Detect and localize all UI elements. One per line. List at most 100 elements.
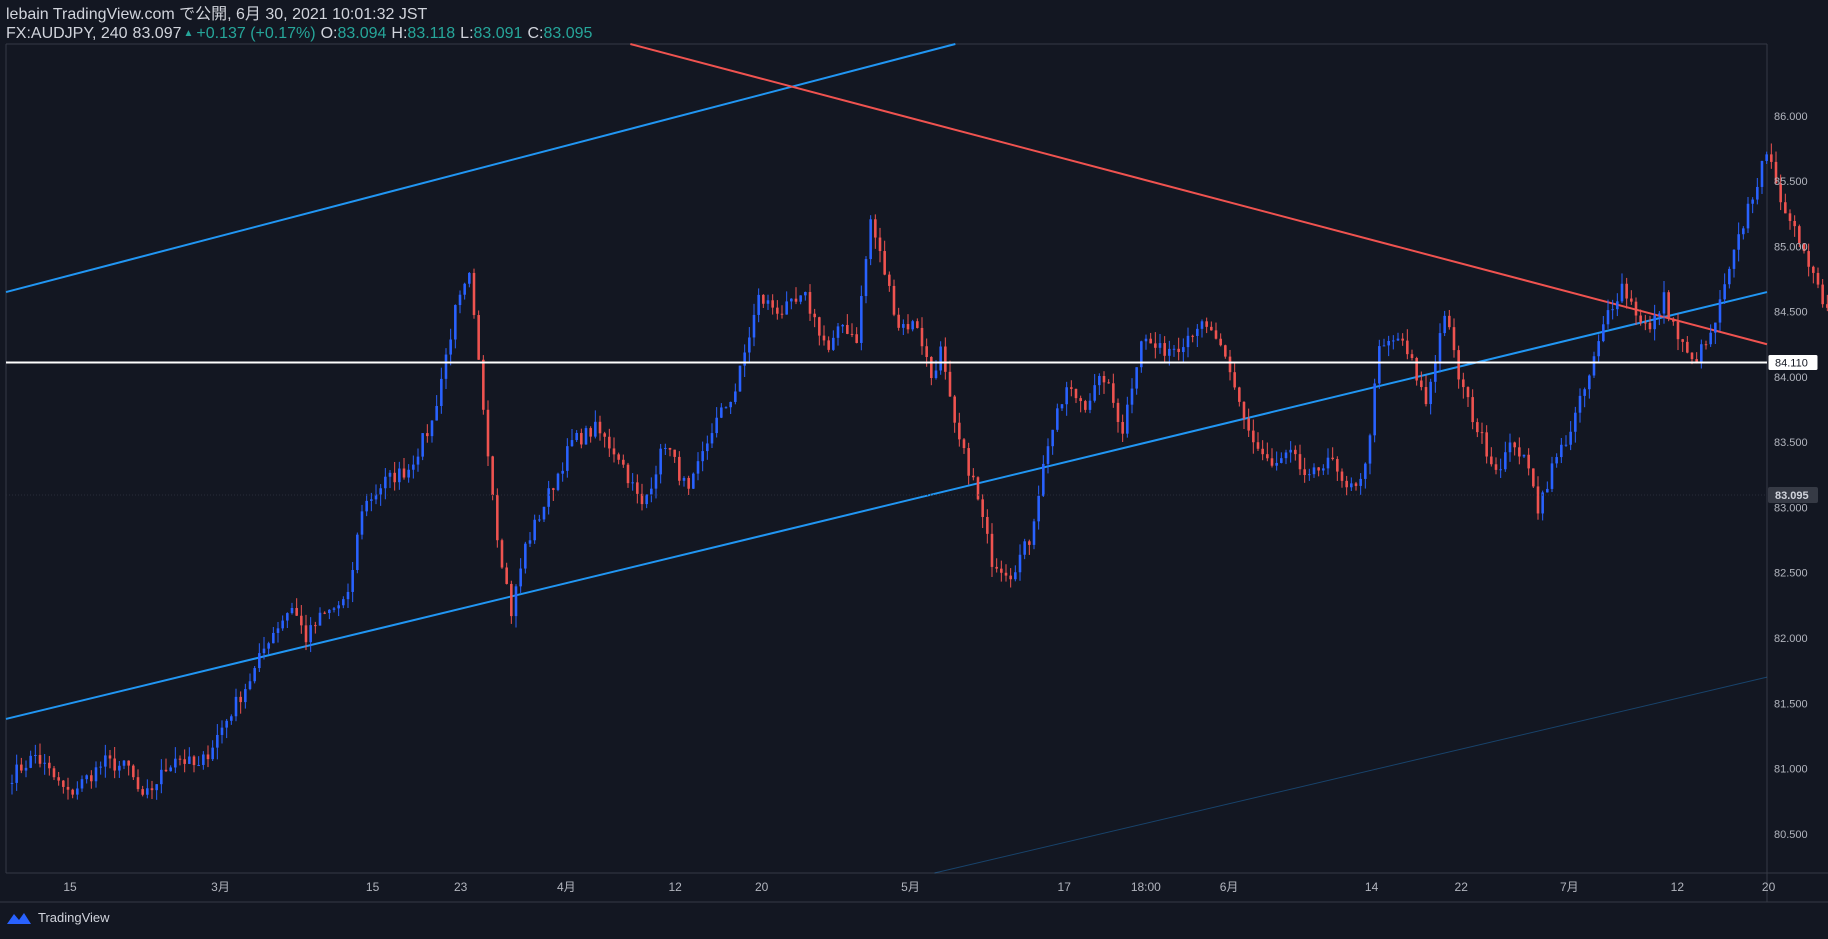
candle-body	[71, 789, 74, 795]
candle-body	[1284, 452, 1288, 459]
candle-body	[981, 499, 984, 518]
candle-body	[314, 625, 317, 627]
candle-body	[1018, 554, 1022, 573]
candle-body	[1322, 468, 1325, 471]
candle-body	[430, 420, 434, 437]
candle-body	[1560, 444, 1563, 458]
candle-body	[1168, 348, 1171, 356]
candle-body	[748, 337, 751, 353]
candle-body	[118, 765, 121, 771]
time-tick-label: 15	[63, 880, 77, 894]
candle-body	[34, 754, 37, 756]
candle-body	[1597, 341, 1600, 357]
candle-body	[771, 300, 774, 308]
candle-body	[528, 540, 532, 544]
candle-body	[1550, 463, 1554, 489]
candle-body	[1238, 387, 1241, 402]
candle-body	[496, 495, 499, 541]
trend-lines[interactable]	[5, 43, 1768, 874]
candle-body	[1056, 408, 1059, 430]
candle-body	[1462, 379, 1465, 388]
candle-body	[570, 440, 574, 447]
candle-body	[267, 643, 270, 649]
candle-body	[682, 477, 686, 481]
candle-body	[29, 755, 32, 768]
price-axis[interactable]: 86.000 85.500 85.000 84.500 84.000 83.500 83.0…	[1767, 111, 1819, 841]
time-tick-label: 22	[1455, 880, 1469, 894]
candle-body	[1658, 313, 1661, 316]
candle-body	[304, 625, 308, 643]
candle-body	[986, 517, 989, 534]
candles	[10, 143, 1828, 800]
candle-body	[1070, 387, 1073, 389]
candle-body	[90, 775, 93, 782]
candle-body	[1326, 457, 1330, 469]
candle-body	[454, 305, 457, 340]
candle-body	[1784, 202, 1787, 214]
candle-body	[878, 237, 882, 252]
channel-parallel-faint-line[interactable]	[934, 676, 1768, 874]
time-tick-label: 12	[669, 880, 683, 894]
candle-body	[113, 758, 116, 771]
candle-body	[1438, 333, 1442, 363]
candle-body	[468, 272, 471, 284]
candle-body	[211, 747, 214, 760]
candle-body	[1751, 199, 1754, 204]
candle-body	[1088, 400, 1092, 410]
candle-body	[1186, 335, 1190, 348]
candle-body	[1317, 467, 1320, 471]
channel-upper-line[interactable]	[5, 43, 956, 294]
candle-body	[272, 632, 275, 644]
candle-body	[1065, 387, 1068, 405]
candle-body	[160, 769, 163, 785]
candle-body	[696, 461, 700, 474]
candle-body	[790, 298, 793, 302]
candle-body	[1350, 483, 1353, 488]
price-tick-label: 85.500	[1774, 176, 1808, 188]
candle-body	[1154, 343, 1157, 348]
candle-body	[1574, 412, 1577, 432]
channel-lower-line[interactable]	[5, 291, 1768, 720]
candle-body	[1130, 388, 1134, 405]
time-tick-label: 14	[1365, 880, 1379, 894]
candle-body	[500, 540, 504, 568]
candle-body	[995, 566, 998, 569]
horizontal-level[interactable]	[6, 361, 1767, 496]
candle-body	[1807, 251, 1810, 267]
candle-body	[276, 628, 280, 633]
candle-body	[281, 620, 284, 629]
candle-body	[262, 648, 266, 654]
candle-body	[1079, 398, 1082, 402]
time-tick-label: 6月	[1220, 880, 1239, 894]
candle-body	[962, 439, 966, 449]
brand-name[interactable]: TradingView	[38, 910, 110, 925]
candle-body	[1303, 469, 1306, 476]
candle-body	[575, 432, 578, 441]
candle-body	[1256, 442, 1260, 449]
candle-body	[1466, 387, 1470, 398]
candle-body	[659, 448, 662, 475]
time-tick-label: 18:00	[1131, 880, 1161, 894]
candle-body	[127, 760, 130, 766]
time-axis[interactable]: 15 3月 15 23 4月 12 20 5月 17 18:00 6月 14 22 7月 12 20	[63, 880, 1775, 894]
candle-body	[822, 335, 826, 341]
candle-body	[841, 324, 844, 327]
candle-body	[724, 407, 728, 409]
candle-body	[715, 417, 718, 434]
candle-body	[1555, 457, 1558, 464]
candle-body	[1494, 464, 1498, 470]
candle-body	[1634, 301, 1638, 316]
candle-body	[1177, 348, 1180, 353]
candle-body	[1368, 435, 1372, 464]
candle-body	[1508, 442, 1512, 453]
candle-body	[1452, 327, 1456, 351]
candle-body	[104, 755, 107, 767]
candle-body	[1032, 521, 1036, 545]
price-chart[interactable]: 86.000 85.500 85.000 84.500 84.000 83.500 83.0…	[0, 0, 1828, 939]
candle-body	[1219, 338, 1222, 346]
candle-body	[902, 324, 905, 328]
candle-body	[482, 359, 485, 410]
candle-body	[533, 519, 536, 541]
candle-body	[10, 782, 14, 784]
candle-body	[1760, 160, 1764, 187]
